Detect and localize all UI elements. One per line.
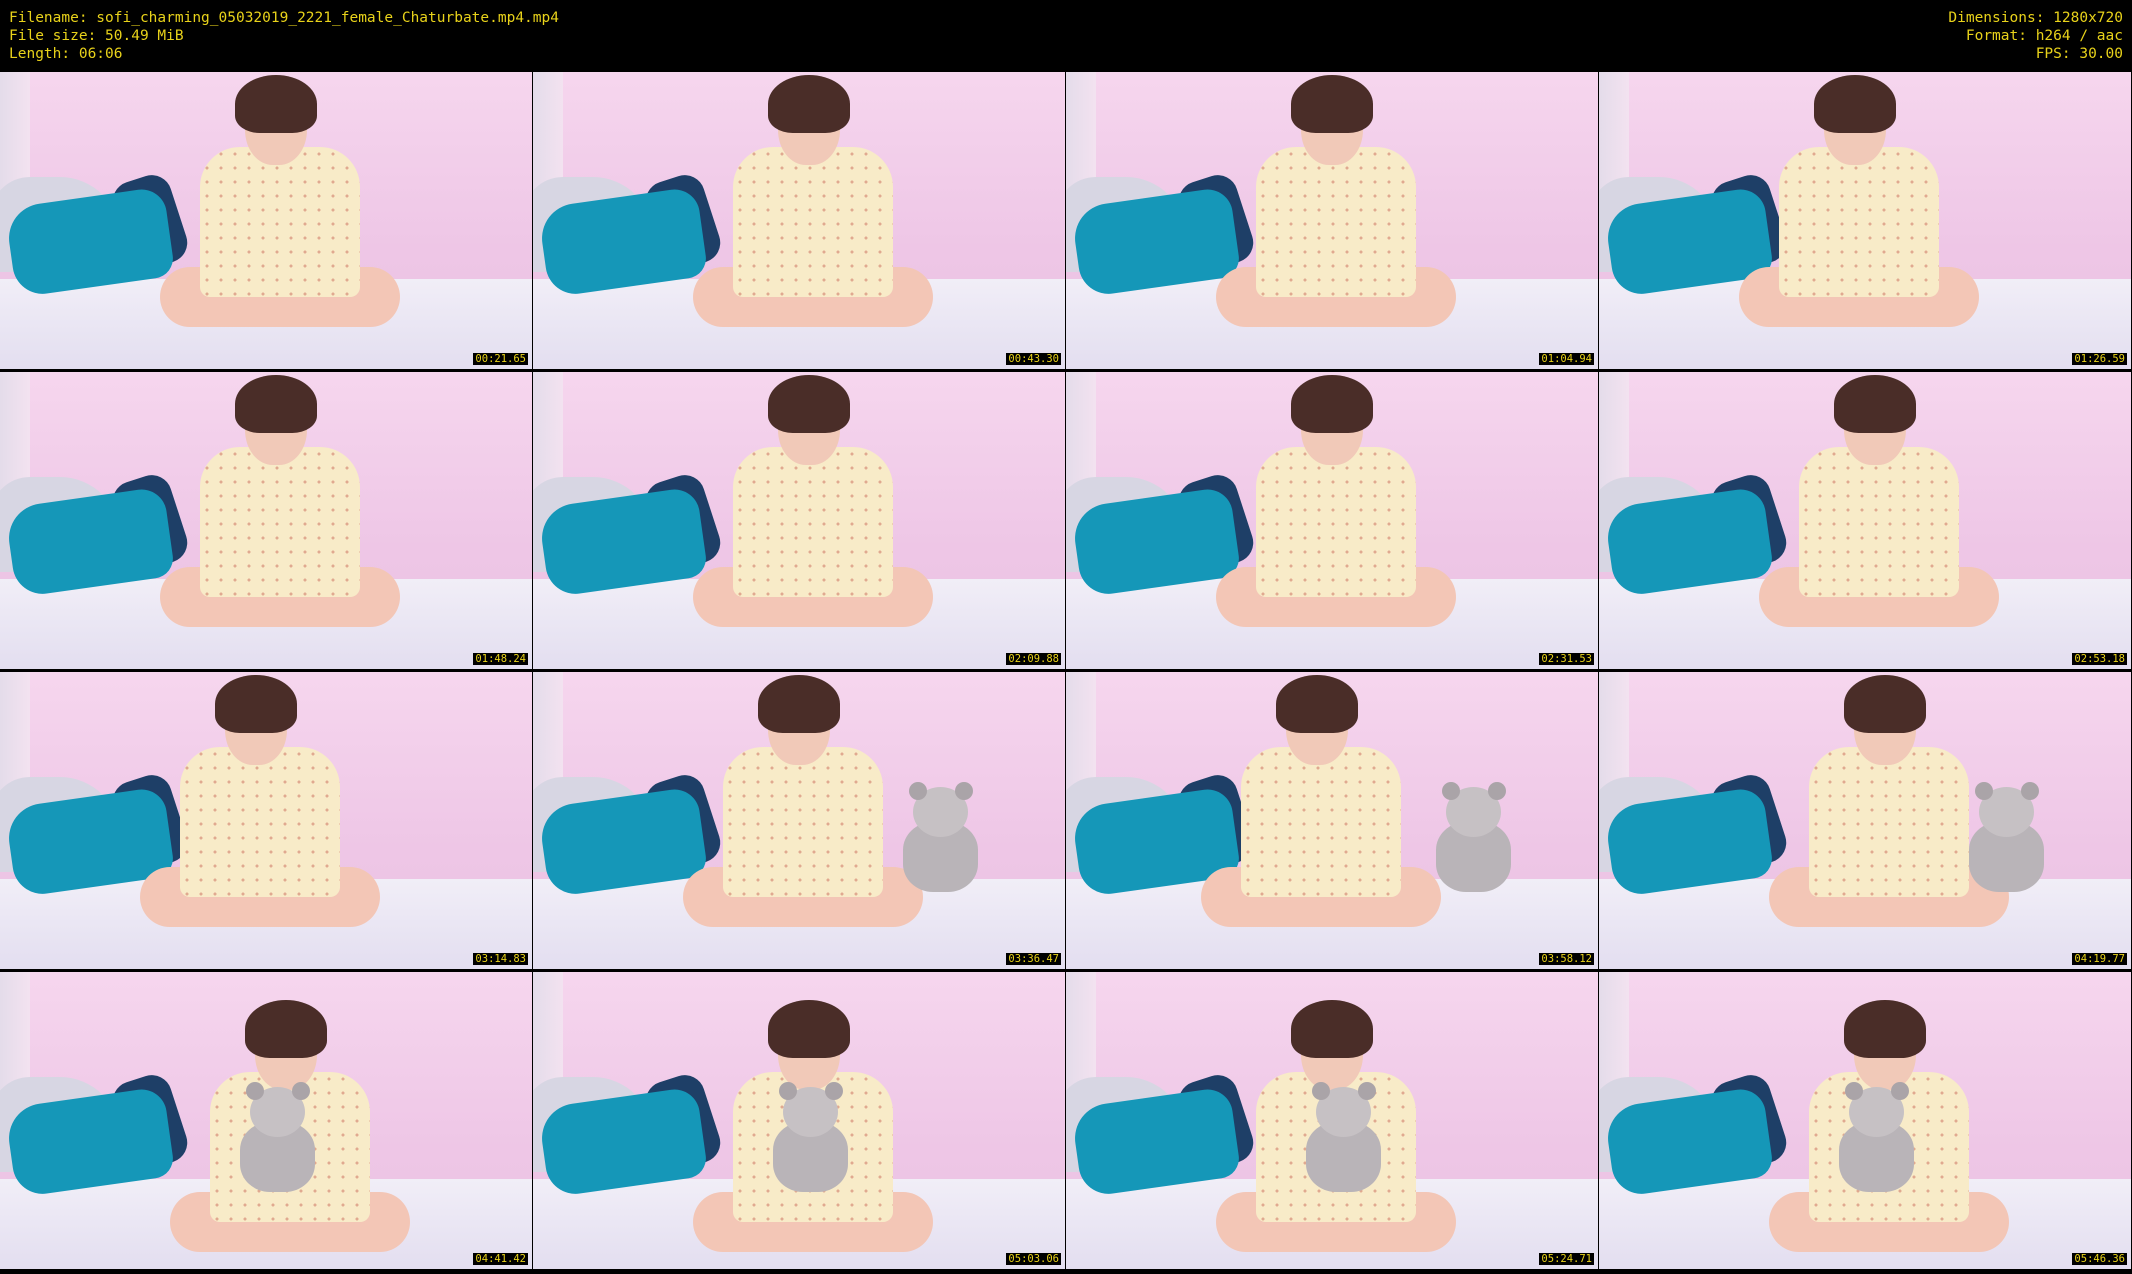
person-figure [683, 675, 923, 927]
video-frame-thumbnail: 00:43.30 [533, 72, 1065, 369]
video-frame-thumbnail: 02:09.88 [533, 372, 1065, 669]
person-figure [693, 75, 933, 327]
person-figure [1759, 375, 1999, 627]
person-figure [160, 75, 400, 327]
timestamp-label: 05:03.06 [1006, 1253, 1061, 1265]
video-frame-thumbnail: 05:24.71 [1066, 972, 1598, 1269]
filesize-line: File size: 50.49 MiB [9, 28, 184, 44]
format-line: Format: h264 / aac [1965, 28, 2123, 44]
video-frame-thumbnail: 00:21.65 [0, 72, 532, 369]
timestamp-label: 05:24.71 [1539, 1253, 1594, 1265]
video-frame-thumbnail: 03:14.83 [0, 672, 532, 969]
timestamp-label: 03:36.47 [1006, 953, 1061, 965]
dimensions-line: Dimensions: 1280x720 [1948, 10, 2123, 26]
video-frame-thumbnail: 04:19.77 [1599, 672, 2131, 969]
person-figure [693, 375, 933, 627]
person-figure [1739, 75, 1979, 327]
teddy-bear-icon [893, 782, 988, 892]
timestamp-label: 04:41.42 [473, 1253, 528, 1265]
person-figure [1201, 675, 1441, 927]
teddy-bear-icon [230, 1082, 325, 1192]
person-figure [140, 675, 380, 927]
video-frame-thumbnail: 05:03.06 [533, 972, 1065, 1269]
person-figure [1216, 75, 1456, 327]
teddy-bear-icon [1426, 782, 1521, 892]
timestamp-label: 04:19.77 [2072, 953, 2127, 965]
video-frame-thumbnail: 02:53.18 [1599, 372, 2131, 669]
video-frame-thumbnail: 04:41.42 [0, 972, 532, 1269]
timestamp-label: 02:53.18 [2072, 653, 2127, 665]
video-frame-thumbnail: 03:58.12 [1066, 672, 1598, 969]
timestamp-label: 03:58.12 [1539, 953, 1594, 965]
timestamp-label: 02:09.88 [1006, 653, 1061, 665]
timestamp-label: 02:31.53 [1539, 653, 1594, 665]
fps-line: FPS: 30.00 [2035, 46, 2123, 62]
video-frame-thumbnail: 03:36.47 [533, 672, 1065, 969]
timestamp-label: 05:46.36 [2072, 1253, 2127, 1265]
video-frame-thumbnail: 01:48.24 [0, 372, 532, 669]
video-frame-thumbnail: 05:46.36 [1599, 972, 2131, 1269]
video-info: Dimensions: 1280x720 Format: h264 / aac … [1948, 9, 2123, 63]
video-frame-thumbnail: 01:04.94 [1066, 72, 1598, 369]
teddy-bear-icon [763, 1082, 858, 1192]
timestamp-label: 00:21.65 [473, 353, 528, 365]
filename-line: Filename: sofi_charming_05032019_2221_fe… [9, 10, 559, 26]
info-header: Filename: sofi_charming_05032019_2221_fe… [0, 0, 2132, 72]
person-figure [1216, 375, 1456, 627]
person-figure [1769, 675, 2009, 927]
timestamp-label: 00:43.30 [1006, 353, 1061, 365]
teddy-bear-icon [1296, 1082, 1391, 1192]
thumbnail-grid: 00:21.65 00:43.30 01:04.94 01:26.59 01:48.24… [0, 72, 2132, 1274]
teddy-bear-icon [1829, 1082, 1924, 1192]
timestamp-label: 01:26.59 [2072, 353, 2127, 365]
length-line: Length: 06:06 [9, 46, 123, 62]
timestamp-label: 03:14.83 [473, 953, 528, 965]
video-frame-thumbnail: 01:26.59 [1599, 72, 2131, 369]
file-info: Filename: sofi_charming_05032019_2221_fe… [9, 9, 559, 63]
timestamp-label: 01:48.24 [473, 653, 528, 665]
video-frame-thumbnail: 02:31.53 [1066, 372, 1598, 669]
person-figure [160, 375, 400, 627]
teddy-bear-icon [1959, 782, 2054, 892]
timestamp-label: 01:04.94 [1539, 353, 1594, 365]
